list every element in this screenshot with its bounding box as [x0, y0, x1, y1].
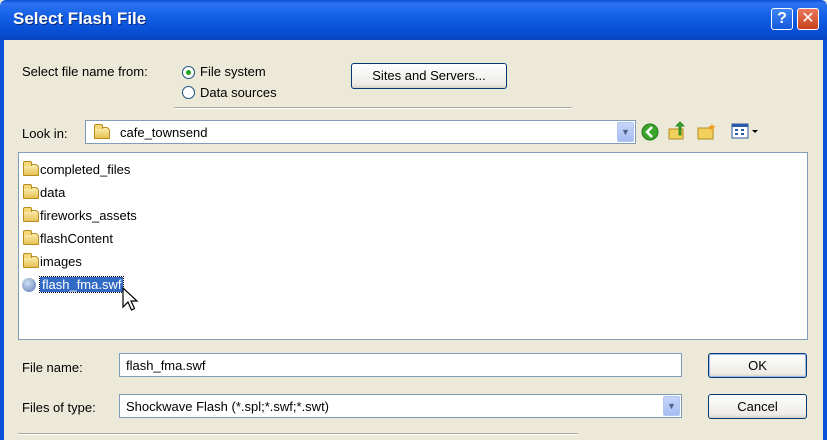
file-type-value: Shockwave Flash (*.spl;*.swf;*.swt)	[126, 399, 330, 414]
file-type-label: Files of type:	[22, 400, 96, 415]
bottom-separator	[18, 433, 578, 435]
file-name: flashContent	[40, 231, 113, 246]
view-menu-icon[interactable]	[731, 122, 761, 140]
cancel-button[interactable]: Cancel	[708, 394, 807, 419]
up-folder-icon[interactable]	[667, 121, 687, 141]
mouse-cursor-icon	[122, 287, 139, 311]
look-in-label: Look in:	[22, 126, 68, 141]
folder-icon	[94, 124, 110, 139]
back-icon[interactable]	[641, 123, 659, 141]
window-frame-left	[0, 40, 4, 440]
separator	[174, 107, 572, 109]
file-system-label[interactable]: File system	[200, 64, 266, 79]
look-in-value: cafe_townsend	[120, 125, 208, 140]
data-sources-radio[interactable]	[182, 86, 195, 99]
folder-icon	[23, 253, 39, 268]
close-button[interactable]: ✕	[797, 8, 819, 30]
source-label: Select file name from:	[22, 64, 148, 79]
title-bar: Select Flash File ? ✕	[0, 0, 827, 40]
file-name: images	[40, 254, 82, 269]
file-name-label: File name:	[22, 360, 83, 375]
sites-and-servers-button[interactable]: Sites and Servers...	[351, 63, 507, 89]
folder-icon	[23, 184, 39, 199]
file-system-radio[interactable]	[182, 66, 195, 79]
file-name-value: flash_fma.swf	[126, 358, 206, 373]
chevron-down-icon[interactable]: ▼	[617, 122, 634, 142]
look-in-dropdown[interactable]: cafe_townsend ▼	[85, 120, 636, 144]
folder-icon	[23, 230, 39, 245]
help-button[interactable]: ?	[771, 8, 793, 30]
folder-icon	[23, 207, 39, 222]
file-name: flash_fma.swf	[38, 276, 125, 293]
file-name: data	[40, 185, 66, 200]
new-folder-icon[interactable]	[697, 121, 717, 141]
file-name-input[interactable]: flash_fma.swf	[119, 353, 682, 377]
swf-file-icon	[22, 278, 36, 292]
window-frame-right	[823, 40, 827, 440]
ok-button[interactable]: OK	[708, 353, 807, 378]
window-title: Select Flash File	[13, 9, 147, 28]
chevron-down-icon[interactable]: ▼	[663, 396, 680, 416]
file-name: completed_files	[40, 162, 131, 177]
folder-icon	[23, 161, 39, 176]
file-type-dropdown[interactable]: Shockwave Flash (*.spl;*.swf;*.swt) ▼	[119, 394, 682, 418]
data-sources-label[interactable]: Data sources	[200, 85, 277, 100]
file-name: fireworks_assets	[40, 208, 137, 223]
